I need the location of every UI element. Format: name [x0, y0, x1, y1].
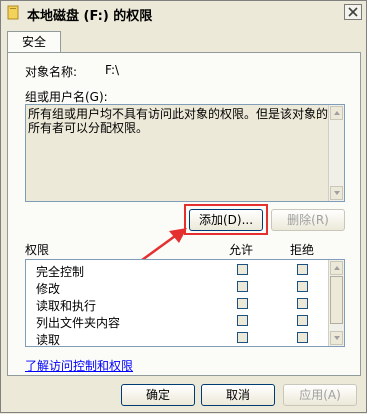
permission-row: 读取和执行	[26, 296, 328, 313]
deny-checkbox[interactable]	[297, 315, 308, 326]
permissions-label: 权限	[25, 243, 50, 257]
deny-checkbox[interactable]	[297, 281, 308, 292]
scroll-thumb[interactable]	[330, 276, 343, 324]
scroll-down-icon[interactable]	[330, 331, 343, 345]
allow-checkbox[interactable]	[237, 298, 248, 309]
apply-button[interactable]: 应用(A)	[283, 384, 357, 406]
allow-checkbox[interactable]	[237, 332, 248, 343]
allow-header: 允许	[229, 243, 254, 257]
scroll-up-icon[interactable]	[330, 261, 343, 275]
permission-name: 列出文件夹内容	[36, 316, 121, 330]
deny-checkbox[interactable]	[297, 298, 308, 309]
permission-row: 读取	[26, 330, 328, 347]
permissions-scrollbar[interactable]	[328, 260, 344, 346]
permission-name: 读取	[36, 333, 61, 347]
learn-more-link[interactable]: 了解访问控制和权限	[25, 357, 133, 374]
permissions-list: 完全控制 修改 读取和执行 列出文件夹内容 读取	[25, 259, 345, 347]
deny-checkbox[interactable]	[297, 264, 308, 275]
permission-name: 修改	[36, 282, 61, 296]
cancel-button[interactable]: 取消	[201, 384, 275, 406]
permission-name: 完全控制	[36, 265, 85, 279]
allow-checkbox[interactable]	[237, 264, 248, 275]
permissions-dialog: 本地磁盘 (F:) 的权限 安全 对象名称: F:\ 组或用户名(G): 所有组…	[0, 0, 367, 413]
deny-checkbox[interactable]	[297, 332, 308, 343]
deny-header: 拒绝	[290, 243, 315, 257]
permission-row: 修改	[26, 279, 328, 296]
permission-row: 完全控制	[26, 262, 328, 279]
permission-name: 读取和执行	[36, 299, 97, 313]
allow-checkbox[interactable]	[237, 281, 248, 292]
pointer-arrow-icon	[130, 228, 187, 270]
permission-row: 列出文件夹内容	[26, 313, 328, 330]
allow-checkbox[interactable]	[237, 315, 248, 326]
ok-button[interactable]: 确定	[121, 384, 195, 406]
